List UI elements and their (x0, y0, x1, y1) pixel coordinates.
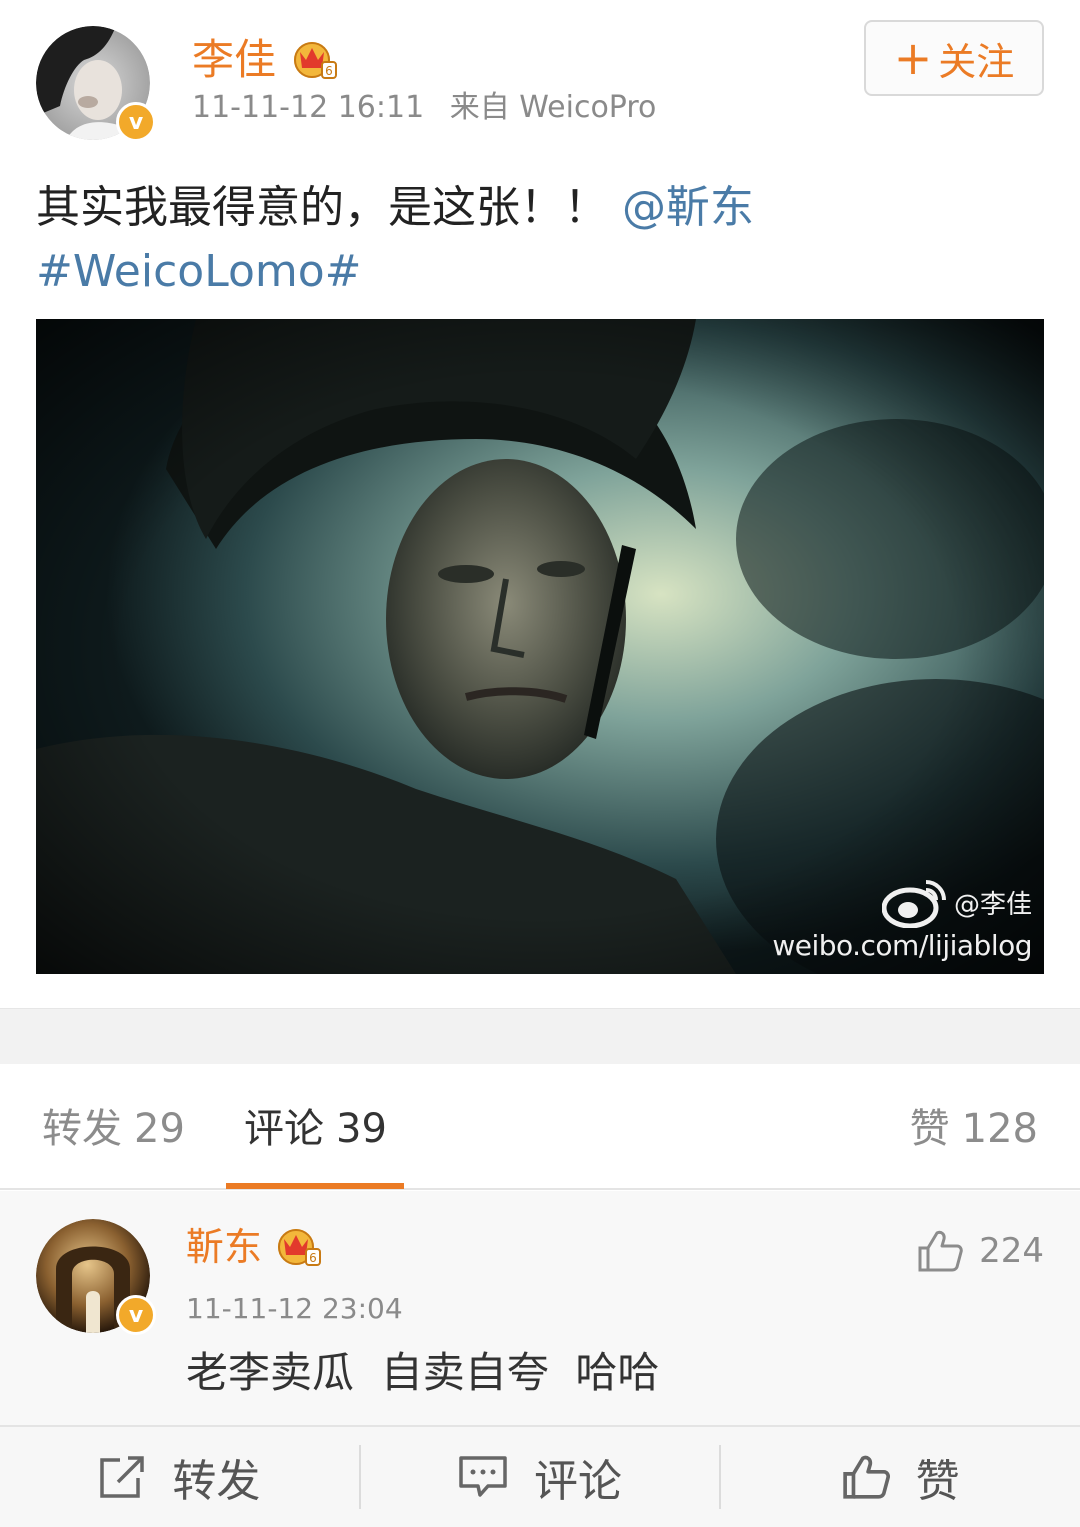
repost-icon (100, 1456, 145, 1498)
author-avatar[interactable]: v (36, 26, 156, 142)
weibo-post-page: v 李佳 6 11-11-12 16:11 来自 WeicoPro + 关注 其… (0, 0, 1080, 1527)
svg-text:6: 6 (325, 64, 333, 78)
hashtag-link[interactable]: #WeicoLomo# (36, 246, 362, 297)
comment-timestamp: 11-11-12 23:04 (186, 1292, 403, 1325)
watermark-url: weibo.com/lijiablog (772, 929, 1032, 962)
repost-button[interactable]: 转发 (0, 1427, 359, 1527)
post-timestamp: 11-11-12 16:11 (192, 90, 425, 125)
tab-comments-count: 39 (336, 1106, 387, 1152)
comment-like-count: 224 (979, 1231, 1044, 1271)
watermark-handle: @李佳 (953, 889, 1032, 920)
post-tabs: 转发 29 评论 39 赞 128 (0, 1064, 1080, 1190)
like-button[interactable]: 赞 (721, 1427, 1080, 1527)
author-name-wrap[interactable]: 李佳 (192, 34, 276, 86)
thumbs-up-icon (842, 1455, 890, 1499)
bottom-action-bar: 转发 评论 赞 (0, 1425, 1080, 1527)
repost-label: 转发 (172, 1456, 261, 1507)
follow-label: 关注 (938, 39, 1015, 84)
weibo-logo-icon (881, 880, 946, 928)
post-image[interactable]: @李佳 weibo.com/lijiablog (36, 319, 1044, 974)
vip-crown-icon: 6 (278, 1229, 321, 1266)
thumbs-up-icon (918, 1230, 963, 1272)
section-divider (0, 1008, 1080, 1064)
tab-comments-label: 评论 (244, 1106, 324, 1152)
vip-crown-icon: 6 (294, 42, 337, 79)
commenter-avatar[interactable]: v (36, 1219, 156, 1335)
post-text: 其实我最得意的，是这张！！ @靳东 #WeicoLomo# (36, 176, 1046, 304)
svg-text:6: 6 (309, 1251, 317, 1265)
verified-badge-icon: v (116, 102, 156, 142)
mention-link[interactable]: @靳东 (622, 182, 754, 233)
comment-like-button[interactable]: 224 (917, 1229, 1044, 1273)
tab-reposts[interactable]: 转发 29 (42, 1104, 185, 1154)
tab-likes[interactable]: 赞 128 (910, 1104, 1038, 1154)
comment-item: v 靳东 6 224 11-11-12 23:04 老李卖瓜 自卖自夸 哈哈 (0, 1191, 1080, 1425)
image-watermark: @李佳 weibo.com/lijiablog (772, 876, 1032, 964)
like-label: 赞 (915, 1456, 960, 1507)
comment-button[interactable]: 评论 (361, 1427, 720, 1527)
tab-reposts-count: 29 (134, 1106, 185, 1152)
author-name[interactable]: 李佳 (192, 35, 276, 84)
plus-icon: + (893, 31, 933, 85)
tab-likes-count: 128 (961, 1106, 1038, 1152)
comment-author[interactable]: 靳东 (186, 1225, 262, 1269)
tab-comments[interactable]: 评论 39 (244, 1104, 387, 1154)
follow-button[interactable]: + 关注 (864, 20, 1044, 96)
comment-text: 老李卖瓜 自卖自夸 哈哈 (186, 1348, 660, 1397)
comment-label: 评论 (534, 1456, 622, 1507)
post-header: v 李佳 6 11-11-12 16:11 来自 WeicoPro + 关注 (0, 0, 1080, 150)
post-source: 来自 WeicoPro (449, 90, 657, 125)
comment-author-wrap[interactable]: 靳东 (186, 1223, 262, 1271)
comment-bubble-icon (459, 1456, 507, 1497)
post-body: 其实我最得意的，是这张！！ (36, 182, 608, 233)
active-tab-indicator (226, 1183, 404, 1189)
tab-likes-label: 赞 (909, 1106, 950, 1152)
post-meta: 11-11-12 16:11 来自 WeicoPro (192, 88, 656, 128)
verified-badge-icon: v (116, 1295, 156, 1335)
tab-reposts-label: 转发 (42, 1106, 122, 1152)
